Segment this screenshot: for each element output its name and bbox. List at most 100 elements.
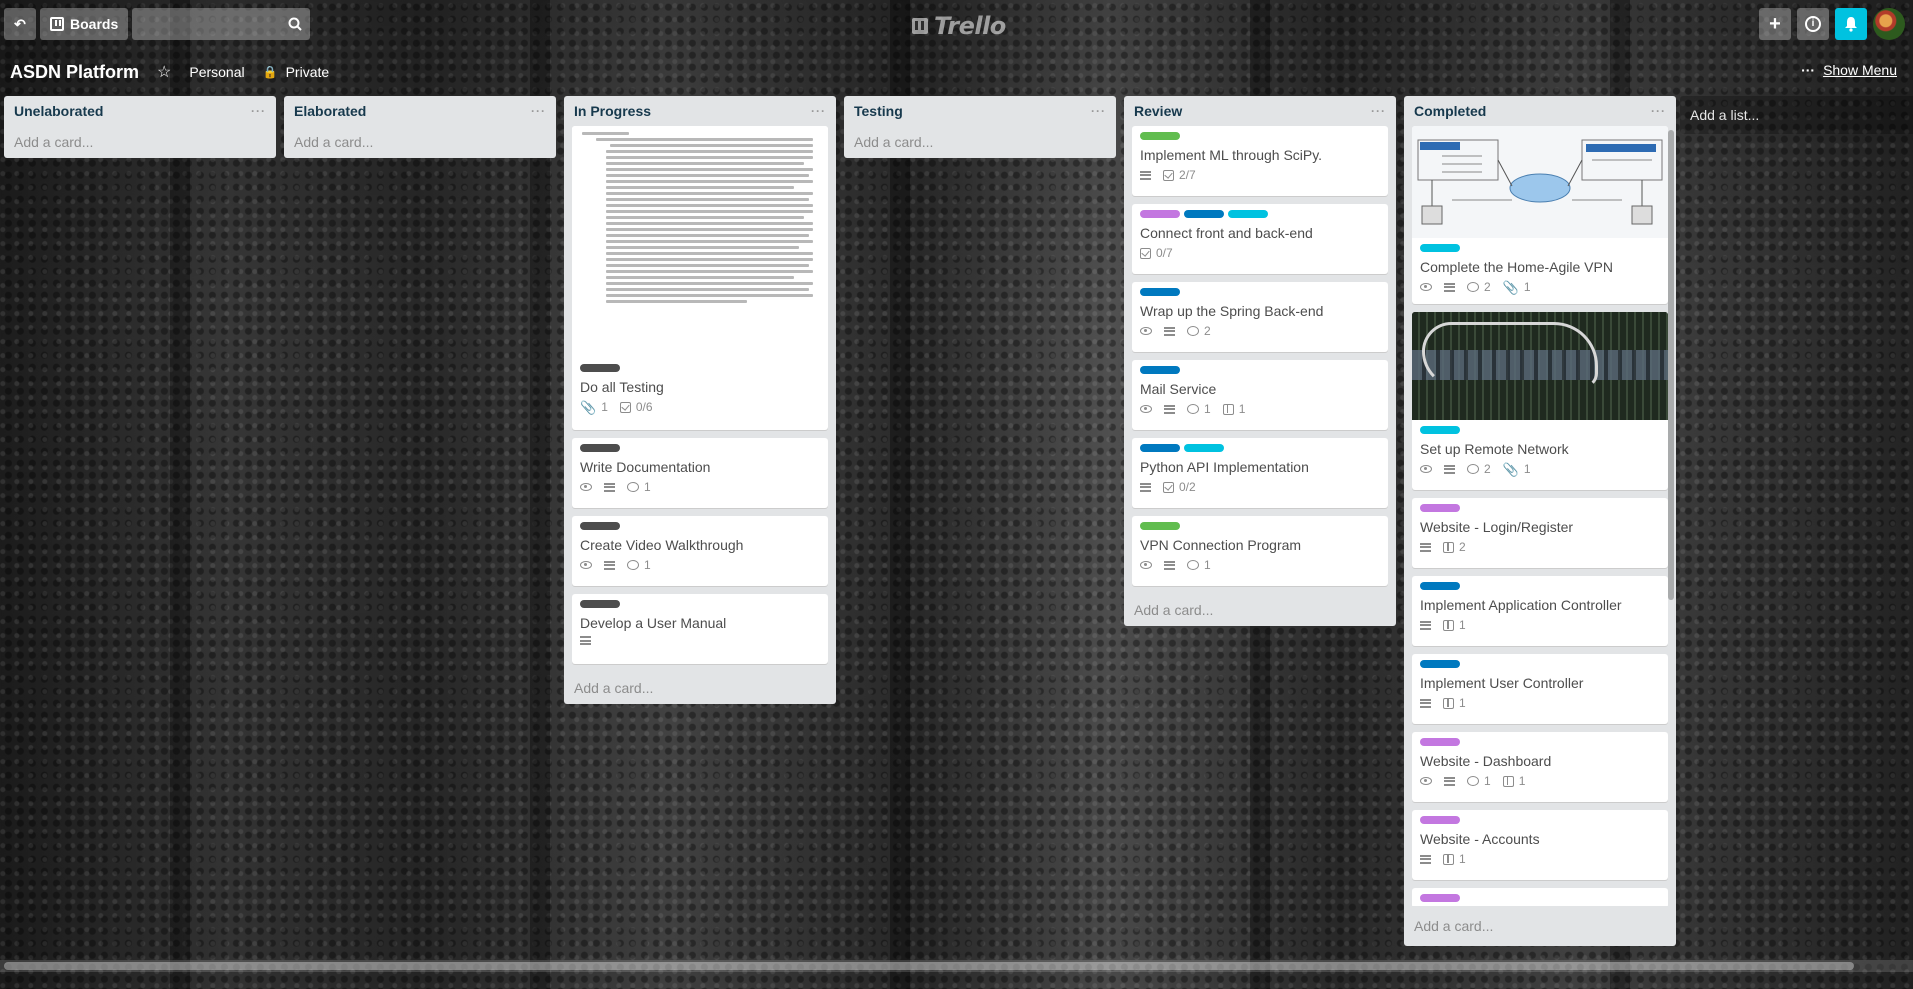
checklist-icon [619, 401, 631, 413]
comment-count: 2 [1484, 462, 1491, 476]
add-card-button[interactable]: Add a card... [564, 672, 836, 704]
card[interactable]: Create Video Walkthrough 1 [572, 516, 828, 586]
board-count: 1 [1459, 852, 1466, 866]
card[interactable]: Mail Service 1 1 [1132, 360, 1388, 430]
card[interactable]: VPN Connection Program 1 [1132, 516, 1388, 586]
list-menu-icon[interactable]: ··· [251, 104, 266, 118]
add-card-button[interactable]: Add a card... [1404, 910, 1503, 942]
description-icon [1140, 170, 1151, 180]
card[interactable]: Connect front and back-end 0/7 [1132, 204, 1388, 274]
card[interactable]: Website - Accounts 1 [1412, 810, 1668, 880]
add-card-button[interactable]: Add a card... [284, 126, 556, 158]
label-blue [1420, 660, 1460, 668]
list-menu-icon[interactable]: ··· [811, 104, 826, 118]
card-cover-network-photo [1412, 312, 1668, 420]
add-card-button[interactable]: Add a card... [4, 126, 276, 158]
checklist-icon [1163, 481, 1174, 493]
card-badges: 1 [1420, 696, 1660, 710]
comment-icon [1187, 560, 1199, 570]
attachment-badge: 📎 1 [1503, 462, 1531, 476]
card[interactable]: Complete the Home-Agile VPN 2 📎 1 [1412, 126, 1668, 304]
description-icon [1444, 282, 1455, 292]
card-title: VPN Connection Program [1140, 537, 1302, 553]
label-black [580, 600, 620, 608]
card[interactable]: Implement User Controller 1 [1412, 654, 1668, 724]
info-button[interactable]: i [1797, 8, 1829, 40]
description-icon [1444, 776, 1455, 786]
board-badge: 1 [1443, 696, 1466, 710]
list-title[interactable]: Review [1134, 103, 1182, 119]
card[interactable]: Website - Login/Register 2 [1412, 498, 1668, 568]
card-title: Connect front and back-end [1140, 225, 1313, 241]
boards-button[interactable]: Boards [40, 8, 129, 40]
card[interactable]: Write Documentation 1 [572, 438, 828, 508]
label-blue [1140, 444, 1180, 452]
list-menu-icon[interactable]: ··· [531, 104, 546, 118]
trello-card-icon [1443, 853, 1454, 865]
card[interactable]: Python API Implementation 0/2 [1132, 438, 1388, 508]
card-title: Website - Dashboard [1420, 753, 1552, 769]
label-purple [1420, 738, 1460, 746]
card-title: Do all Testing [580, 379, 664, 395]
label-purple [1420, 894, 1460, 902]
card-title: Mail Service [1140, 381, 1217, 397]
card[interactable]: Develop a User Manual [572, 594, 828, 664]
card[interactable]: Website - Dashboard 1 1 [1412, 732, 1668, 802]
add-button[interactable]: + [1759, 8, 1791, 40]
team-button[interactable]: Personal [189, 64, 244, 80]
list-title[interactable]: In Progress [574, 103, 651, 119]
card[interactable]: Do all Testing 📎 1 0/6 [572, 126, 828, 430]
list-title[interactable]: Completed [1414, 103, 1486, 119]
board-count: 1 [1518, 774, 1526, 788]
visibility-button[interactable]: 🔒 Private [263, 64, 330, 80]
checklist-icon [1140, 247, 1151, 259]
card[interactable]: Implement Application Controller 1 [1412, 576, 1668, 646]
list-menu-icon[interactable]: ··· [1091, 104, 1106, 118]
comment-badge: 1 [627, 480, 651, 494]
info-icon: i [1805, 16, 1821, 32]
list-scrollbar[interactable] [1668, 130, 1674, 600]
show-menu-button[interactable]: ··· Show Menu [1801, 62, 1897, 78]
board-scrollbar-thumb[interactable] [4, 962, 1854, 970]
avatar[interactable] [1873, 8, 1905, 40]
list-menu-icon[interactable]: ··· [1371, 104, 1386, 118]
search-input[interactable] [132, 8, 311, 40]
comment-badge: 1 [1467, 774, 1491, 788]
add-card-button[interactable]: Add a card... [1124, 594, 1396, 626]
notifications-button[interactable] [1835, 8, 1867, 40]
checklist-badge: 2/7 [1163, 168, 1196, 182]
card-badges: 2 📎 1 [1420, 280, 1660, 294]
card-badges: 2 [1420, 540, 1660, 554]
card[interactable]: Set up Remote Network 2 📎 1 [1412, 312, 1668, 490]
list-title[interactable]: Testing [854, 103, 903, 119]
list-title[interactable]: Unelaborated [14, 103, 103, 119]
card-partial[interactable] [1412, 888, 1668, 906]
board-count: 1 [1459, 618, 1466, 632]
paperclip-icon: 📎 [1502, 279, 1519, 295]
watch-icon [1140, 561, 1152, 569]
card[interactable]: Implement ML through SciPy. 2/7 [1132, 126, 1388, 196]
description-icon [1444, 464, 1455, 474]
trello-card-icon [1443, 619, 1454, 631]
top-header: ↶ Boards Trello + i [0, 4, 1913, 44]
list-menu-icon[interactable]: ··· [1651, 104, 1666, 118]
card-labels [1140, 210, 1380, 218]
board-scrollbar[interactable] [0, 960, 1913, 972]
attachment-count: 1 [1523, 280, 1531, 294]
list-title[interactable]: Elaborated [294, 103, 366, 119]
board-title[interactable]: ASDN Platform [10, 62, 139, 83]
paperclip-icon: 📎 [1502, 461, 1519, 477]
back-button[interactable]: ↶ [4, 8, 36, 40]
add-list-button[interactable]: Add a list... [1680, 96, 1913, 134]
label-sky [1420, 244, 1460, 252]
label-purple [1140, 210, 1180, 218]
card-labels [580, 364, 820, 372]
card[interactable]: Wrap up the Spring Back-end 2 [1132, 282, 1388, 352]
star-button[interactable]: ☆ [157, 62, 171, 82]
card-labels [1140, 132, 1380, 140]
card-badges: 0/7 [1140, 246, 1380, 260]
add-card-button[interactable]: Add a card... [844, 126, 1116, 158]
team-label: Personal [189, 64, 245, 80]
list-header: Testing ··· [844, 96, 1116, 126]
trello-logo[interactable]: Trello [912, 12, 1006, 40]
